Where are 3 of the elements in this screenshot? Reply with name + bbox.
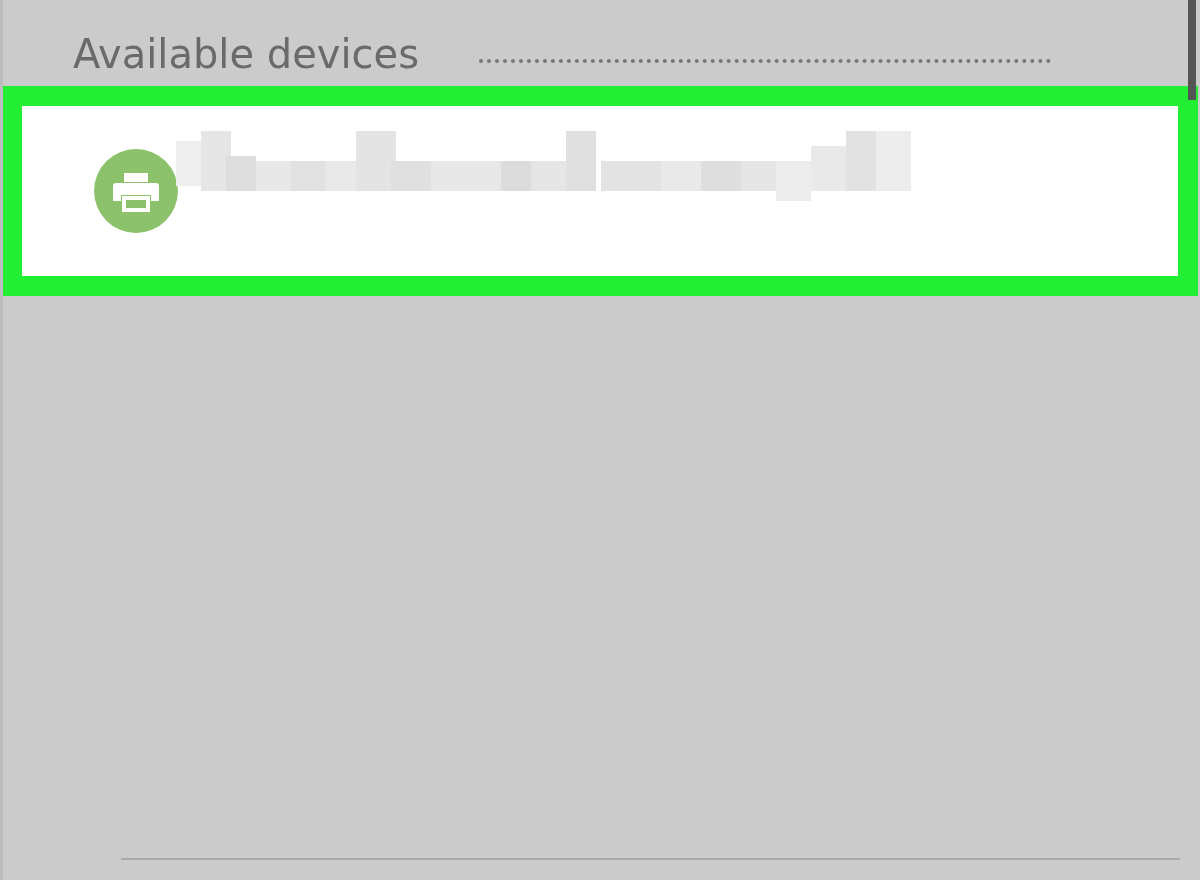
section-title: Available devices xyxy=(73,34,419,74)
printer-icon xyxy=(94,149,178,233)
device-item[interactable] xyxy=(3,86,1198,296)
